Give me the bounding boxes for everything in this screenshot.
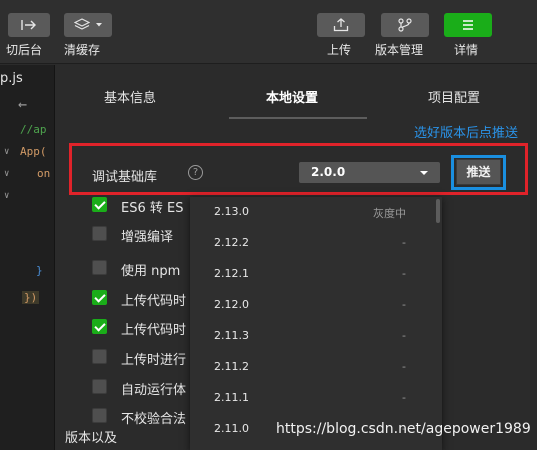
fold-chevron-icon[interactable]: ∨ bbox=[4, 147, 9, 157]
option-label: 使用 npm bbox=[121, 264, 181, 279]
option-subline: 版本以及 bbox=[65, 431, 118, 446]
dropdown-item-tag: - bbox=[402, 236, 406, 249]
dropdown-item-version: 2.13.0 bbox=[214, 205, 249, 218]
checkbox[interactable] bbox=[92, 226, 107, 241]
cut-to-background-button[interactable] bbox=[8, 13, 50, 37]
chevron-down-icon bbox=[95, 23, 102, 27]
option-label: 不校验合法 bbox=[121, 412, 187, 427]
option-label: 上传代码时 bbox=[121, 294, 187, 309]
clear-cache-label: 清缓存 bbox=[64, 43, 101, 57]
dropdown-item-tag: - bbox=[402, 329, 406, 342]
dropdown-item-version: 2.11.3 bbox=[214, 329, 249, 342]
dropdown-scrollbar[interactable] bbox=[436, 199, 440, 223]
tab-local-settings[interactable]: 本地设置 bbox=[266, 87, 318, 106]
layers-icon bbox=[73, 18, 90, 30]
hint-link: 选好版本后点推送 bbox=[413, 126, 518, 141]
help-icon[interactable]: ? bbox=[188, 165, 203, 180]
dropdown-item-version: 2.11.2 bbox=[214, 360, 249, 373]
dropdown-item[interactable]: 2.12.1 - bbox=[190, 259, 434, 290]
option-label: 增强编译 bbox=[121, 230, 174, 245]
checkbox[interactable] bbox=[92, 408, 107, 423]
debug-lib-label: 调试基础库 bbox=[92, 170, 158, 185]
checkbox[interactable] bbox=[92, 319, 107, 334]
code-line-comment: //ap bbox=[20, 123, 47, 136]
dropdown-item[interactable]: 2.11.2 - bbox=[190, 352, 434, 383]
dropdown-item-tag: - bbox=[402, 298, 406, 311]
upload-icon bbox=[333, 18, 349, 32]
dropdown-item-tag: - bbox=[402, 360, 406, 373]
cut-to-background-icon bbox=[21, 20, 36, 30]
dropdown-item-version: 2.11.0 bbox=[214, 422, 249, 435]
code-line-paren: }) bbox=[22, 291, 40, 304]
dropdown-item[interactable]: 2.11.3 - bbox=[190, 321, 434, 352]
menu-icon bbox=[463, 20, 473, 30]
caret-down-icon bbox=[420, 171, 428, 175]
back-arrow-icon[interactable]: ← bbox=[18, 95, 27, 113]
checkbox[interactable] bbox=[92, 260, 107, 275]
version-management-button[interactable] bbox=[381, 13, 429, 37]
cut-to-background-label: 切后台 bbox=[6, 43, 43, 57]
dropdown-item-version: 2.12.2 bbox=[214, 236, 249, 249]
dropdown-item-tag: 灰度中 bbox=[373, 207, 406, 220]
option-label: 上传代码时 bbox=[121, 323, 187, 338]
push-button[interactable]: 推送 bbox=[456, 159, 501, 185]
checkbox[interactable] bbox=[92, 197, 107, 212]
checkbox[interactable] bbox=[92, 349, 107, 364]
fold-chevron-icon[interactable]: ∨ bbox=[4, 169, 9, 179]
tab-basic-info[interactable]: 基本信息 bbox=[104, 87, 156, 106]
option-label: 自动运行体 bbox=[121, 383, 187, 398]
tab-project-config[interactable]: 项目配置 bbox=[428, 87, 480, 106]
option-label: 上传时进行 bbox=[121, 353, 187, 368]
checkbox[interactable] bbox=[92, 379, 107, 394]
option-label: ES6 转 ES bbox=[121, 201, 184, 216]
dropdown-item-version: 2.12.0 bbox=[214, 298, 249, 311]
version-dropdown: 2.13.0 灰度中 2.12.2 - 2.12.1 - 2.12.0 - 2.11.3… bbox=[190, 197, 442, 450]
dropdown-item[interactable]: 2.11.1 - bbox=[190, 383, 434, 414]
branch-icon bbox=[398, 18, 412, 32]
code-line-app: App( bbox=[20, 145, 47, 158]
code-line-on: on bbox=[37, 167, 51, 180]
active-tab-underline bbox=[229, 117, 367, 119]
dropdown-item[interactable]: 2.13.0 灰度中 bbox=[190, 197, 434, 228]
details-label: 详情 bbox=[454, 43, 479, 57]
upload-label: 上传 bbox=[327, 43, 352, 57]
version-management-label: 版本管理 bbox=[375, 43, 424, 57]
dropdown-item[interactable]: 2.12.2 - bbox=[190, 228, 434, 259]
dropdown-item-tag: - bbox=[402, 267, 406, 280]
details-button[interactable] bbox=[444, 13, 492, 37]
watermark: https://blog.csdn.net/agepower1989 bbox=[276, 421, 531, 437]
code-editor-strip: p.js ← //ap ∨ App( ∨ on ∨ } }) bbox=[0, 65, 55, 450]
selected-version: 2.0.0 bbox=[311, 165, 346, 179]
debug-lib-version-select[interactable]: 2.0.0 bbox=[299, 162, 440, 183]
clear-cache-button[interactable] bbox=[64, 13, 112, 37]
dropdown-item-version: 2.12.1 bbox=[214, 267, 249, 280]
dropdown-item-version: 2.11.1 bbox=[214, 391, 249, 404]
editor-file-name: p.js bbox=[0, 71, 23, 86]
fold-chevron-icon[interactable]: ∨ bbox=[4, 191, 9, 201]
upload-button[interactable] bbox=[317, 13, 365, 37]
code-line-brace: } bbox=[36, 264, 43, 277]
checkbox[interactable] bbox=[92, 290, 107, 305]
dropdown-item[interactable]: 2.12.0 - bbox=[190, 290, 434, 321]
toolbar: 切后台 清缓存 上传 版本管理 详情 bbox=[0, 0, 537, 64]
dropdown-item-tag: - bbox=[402, 391, 406, 404]
